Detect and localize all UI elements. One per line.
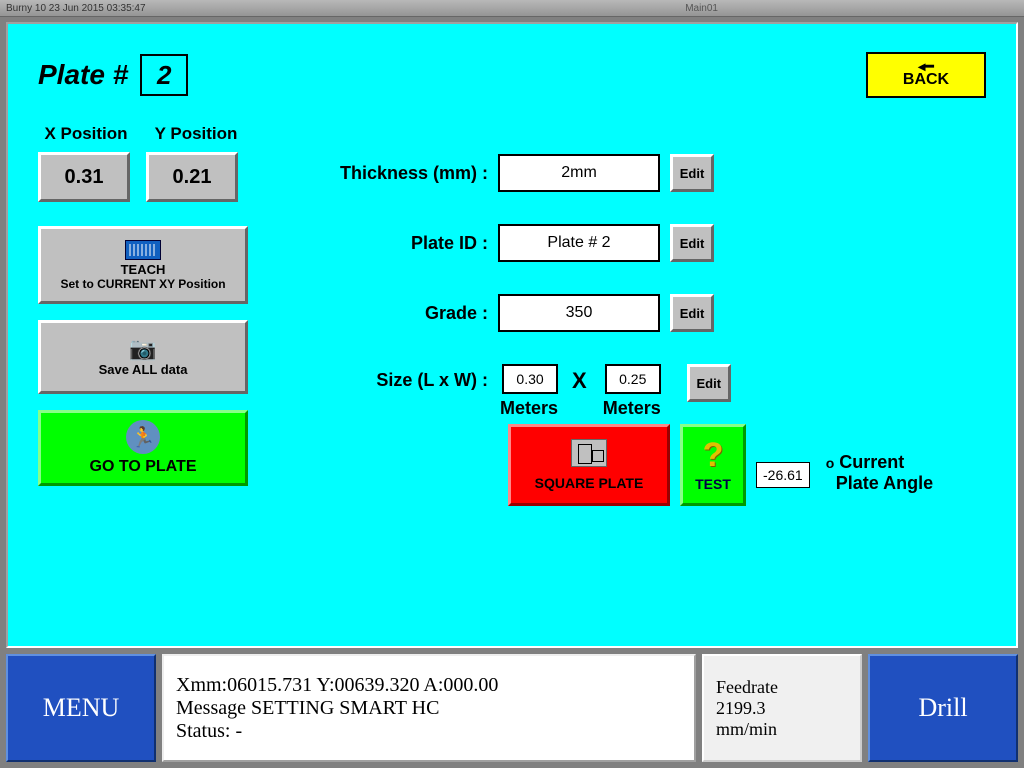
feedrate-unit: mm/min: [716, 719, 848, 740]
form-area: Thickness (mm) : 2mm Edit Plate ID : Pla…: [318, 154, 878, 451]
square-plate-button[interactable]: SQUARE PLATE: [508, 424, 670, 506]
status-panel: Xmm:06015.731 Y:00639.320 A:000.00 Messa…: [162, 654, 696, 762]
back-arrow-icon: ◂━: [918, 61, 933, 71]
save-all-button[interactable]: 📷 Save ALL data: [38, 320, 248, 394]
keyboard-icon: [125, 240, 161, 260]
titlebar-left: Burny 10 23 Jun 2015 03:35:47: [6, 3, 146, 14]
teach-line2: Set to CURRENT XY Position: [60, 277, 225, 291]
grade-row: Grade : 350 Edit: [318, 294, 878, 332]
status-line-1: Xmm:06015.731 Y:00639.320 A:000.00: [176, 674, 682, 697]
titlebar-right: Main01: [685, 3, 718, 14]
plate-number-box[interactable]: 2: [140, 54, 188, 96]
plate-angle-value: -26.61: [756, 462, 810, 488]
runner-icon: 🏃: [126, 420, 160, 454]
plateid-edit-button[interactable]: Edit: [670, 224, 714, 262]
x-position-label: X Position: [38, 124, 134, 144]
plateid-label: Plate ID :: [318, 233, 498, 254]
size-x-separator: X: [572, 368, 587, 394]
size-length-block: 0.30 Meters: [498, 364, 558, 419]
test-button[interactable]: ? TEST: [680, 424, 746, 506]
thickness-edit-button[interactable]: Edit: [670, 154, 714, 192]
plate-label: Plate #: [38, 59, 128, 91]
y-position-value: 0.21: [146, 152, 238, 202]
bottom-bar: MENU Xmm:06015.731 Y:00639.320 A:000.00 …: [6, 654, 1018, 762]
back-label: BACK: [903, 71, 949, 89]
x-position-value: 0.31: [38, 152, 130, 202]
drill-button[interactable]: Drill: [868, 654, 1018, 762]
plate-header: Plate # 2: [38, 54, 188, 96]
plateid-value: Plate # 2: [498, 224, 660, 262]
plate-angle-label: o Current Plate Angle: [826, 452, 933, 494]
square-plate-label: SQUARE PLATE: [535, 475, 644, 491]
xy-labels: X Position Y Position: [38, 124, 244, 144]
square-icon: [571, 439, 607, 467]
thickness-row: Thickness (mm) : 2mm Edit: [318, 154, 878, 192]
meters-label-l: Meters: [500, 398, 558, 419]
feedrate-value: 2199.3: [716, 698, 848, 719]
grade-label: Grade :: [318, 303, 498, 324]
meters-label-w: Meters: [603, 398, 661, 419]
size-row: Size (L x W) : 0.30 Meters X 0.25 Meters…: [318, 364, 878, 419]
grade-value: 350: [498, 294, 660, 332]
left-button-column: TEACH Set to CURRENT XY Position 📷 Save …: [38, 226, 248, 486]
teach-line1: TEACH: [121, 262, 166, 277]
teach-button[interactable]: TEACH Set to CURRENT XY Position: [38, 226, 248, 304]
plateid-row: Plate ID : Plate # 2 Edit: [318, 224, 878, 262]
lower-action-row: SQUARE PLATE ? TEST -26.61 o Current Pla…: [508, 424, 933, 506]
xy-values: 0.31 0.21: [38, 152, 238, 202]
thickness-label: Thickness (mm) :: [318, 163, 498, 184]
degree-symbol: o: [826, 455, 835, 471]
save-all-label: Save ALL data: [99, 362, 188, 377]
main-panel: Plate # 2 ◂━ BACK X Position Y Position …: [6, 22, 1018, 648]
status-line-3: Status: -: [176, 720, 682, 743]
grade-edit-button[interactable]: Edit: [670, 294, 714, 332]
status-line-2: Message SETTING SMART HC: [176, 697, 682, 720]
size-edit-button[interactable]: Edit: [687, 364, 731, 402]
plate-number: 2: [157, 60, 171, 91]
feedrate-panel: Feedrate 2199.3 mm/min: [702, 654, 862, 762]
back-button[interactable]: ◂━ BACK: [866, 52, 986, 98]
size-length-value: 0.30: [502, 364, 558, 394]
camera-icon: 📷: [129, 338, 156, 360]
angle-l2: Plate Angle: [836, 473, 933, 493]
size-width-block: 0.25 Meters: [601, 364, 661, 419]
window-titlebar: Burny 10 23 Jun 2015 03:35:47 Main01: [0, 0, 1024, 17]
size-label: Size (L x W) :: [318, 370, 498, 391]
size-width-value: 0.25: [605, 364, 661, 394]
angle-l1: Current: [839, 452, 904, 472]
menu-button[interactable]: MENU: [6, 654, 156, 762]
go-to-plate-label: GO TO PLATE: [90, 458, 197, 476]
y-position-label: Y Position: [148, 124, 244, 144]
thickness-value: 2mm: [498, 154, 660, 192]
go-to-plate-button[interactable]: 🏃 GO TO PLATE: [38, 410, 248, 486]
feedrate-label: Feedrate: [716, 677, 848, 698]
question-icon: ?: [703, 438, 724, 472]
test-label: TEST: [695, 476, 731, 492]
